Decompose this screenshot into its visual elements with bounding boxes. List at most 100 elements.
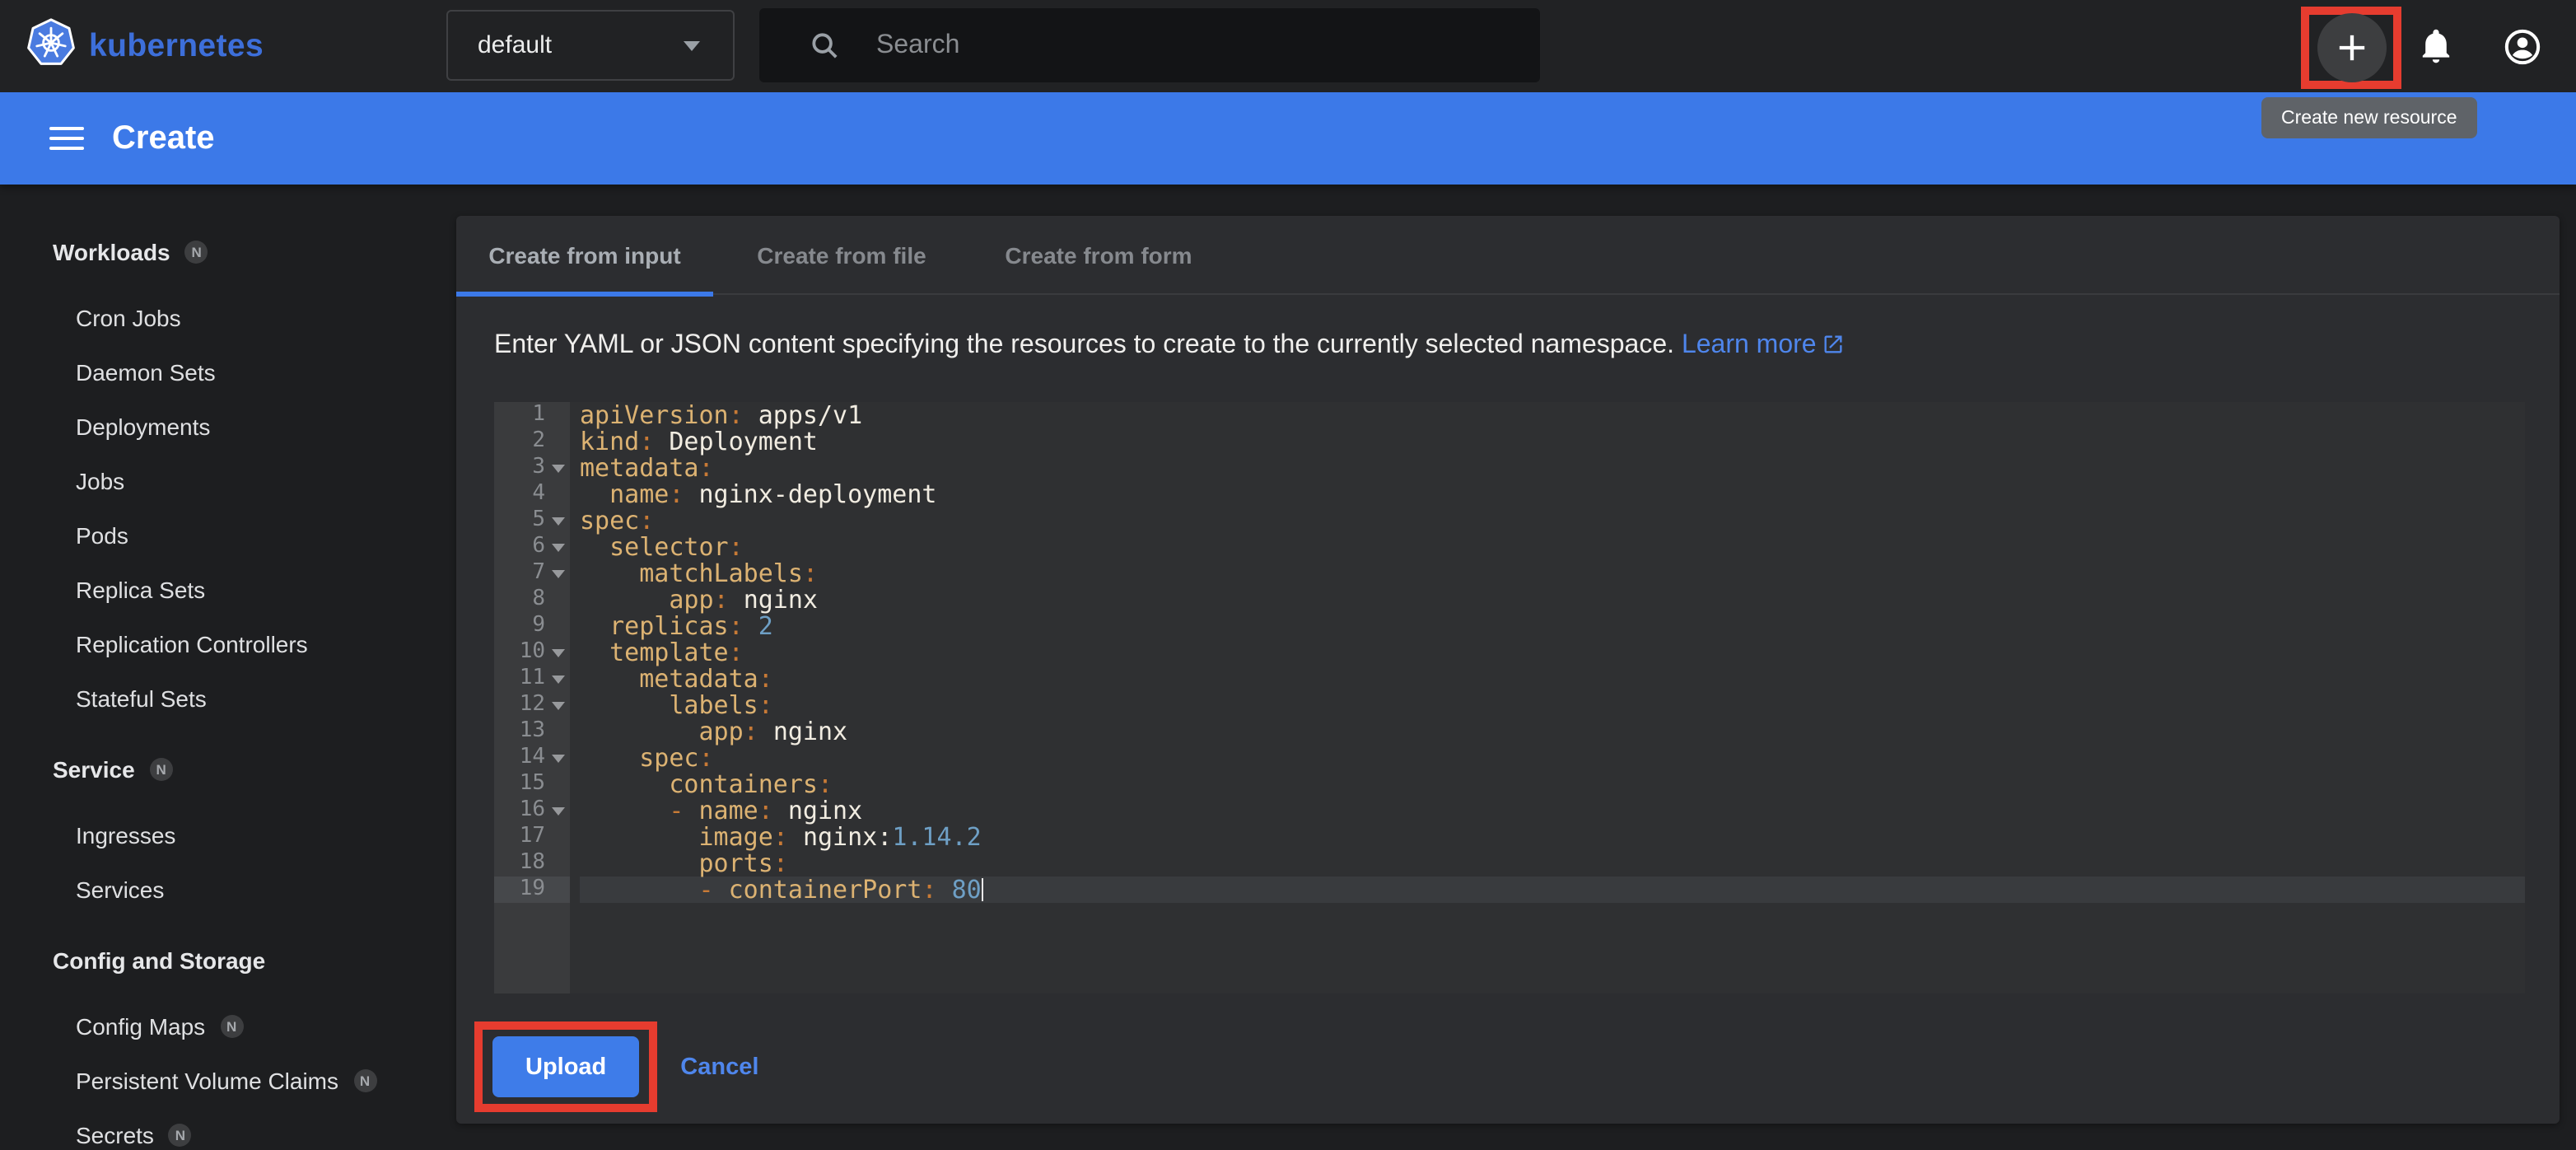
- tab-bar: Create from inputCreate from fileCreate …: [456, 216, 2560, 295]
- code-line[interactable]: metadata:: [580, 455, 2525, 481]
- sidebar-item-persistent-volume-claims[interactable]: Persistent Volume ClaimsN: [0, 1053, 456, 1107]
- fold-toggle-icon[interactable]: [552, 807, 565, 816]
- code-line[interactable]: ports:: [580, 850, 2525, 877]
- editor-code[interactable]: apiVersion: apps/v1kind: Deploymentmetad…: [570, 402, 2525, 993]
- code-token: nginx:: [803, 822, 892, 852]
- gutter-line[interactable]: 7: [494, 560, 570, 587]
- fold-toggle-icon[interactable]: [552, 544, 565, 552]
- learn-more-link[interactable]: Learn more: [1682, 331, 1845, 359]
- sidebar-item-cron-jobs[interactable]: Cron Jobs: [0, 290, 456, 344]
- code-line[interactable]: image: nginx:1.14.2: [580, 824, 2525, 850]
- fold-toggle-icon[interactable]: [552, 676, 565, 684]
- gutter-line[interactable]: 18: [494, 850, 570, 877]
- sidebar-item-label: Workloads: [53, 239, 170, 265]
- create-new-resource-button[interactable]: [2317, 13, 2386, 82]
- fold-toggle-icon[interactable]: [552, 702, 565, 710]
- search-box[interactable]: [759, 8, 1540, 82]
- gutter-line[interactable]: 6: [494, 534, 570, 560]
- code-token: nginx-deployment: [699, 479, 937, 509]
- gutter-line[interactable]: 17: [494, 824, 570, 850]
- fold-toggle-icon[interactable]: [552, 649, 565, 657]
- gutter-line[interactable]: 11: [494, 666, 570, 692]
- sidebar-item-pods[interactable]: Pods: [0, 507, 456, 562]
- code-line[interactable]: template:: [580, 639, 2525, 666]
- sidebar-item-replication-controllers[interactable]: Replication Controllers: [0, 616, 456, 671]
- namespace-selector[interactable]: default: [446, 10, 735, 81]
- gutter-line[interactable]: 2: [494, 428, 570, 455]
- sidebar-item-workloads[interactable]: WorkloadsN: [0, 224, 456, 280]
- line-number: 8: [532, 587, 545, 611]
- annotation-highlight-create-button: [2301, 7, 2401, 89]
- upload-button[interactable]: Upload: [492, 1036, 639, 1097]
- fold-toggle-icon[interactable]: [552, 570, 565, 578]
- code-line[interactable]: - containerPort: 80: [580, 877, 2525, 903]
- code-token: :: [803, 559, 818, 588]
- code-line[interactable]: containers:: [580, 771, 2525, 797]
- code-token: :: [773, 848, 788, 878]
- code-token: [580, 638, 609, 667]
- code-token: kind: [580, 427, 639, 456]
- search-input[interactable]: [876, 30, 1540, 60]
- page-title: Create: [112, 119, 215, 157]
- fold-toggle-icon[interactable]: [552, 755, 565, 763]
- sidebar-item-replica-sets[interactable]: Replica Sets: [0, 562, 456, 616]
- code-line[interactable]: replicas: 2: [580, 613, 2525, 639]
- gutter-line[interactable]: 5: [494, 507, 570, 534]
- code-token: spec: [639, 743, 698, 773]
- sidebar-item-services[interactable]: Services: [0, 862, 456, 916]
- brand-link[interactable]: kubernetes: [26, 17, 264, 75]
- yaml-editor[interactable]: 12345678910111213141516171819 apiVersion…: [494, 402, 2525, 993]
- line-number: 10: [520, 639, 545, 664]
- sidebar-item-deployments[interactable]: Deployments: [0, 399, 456, 453]
- code-line[interactable]: matchLabels:: [580, 560, 2525, 587]
- tab-create-from-form[interactable]: Create from form: [970, 216, 1227, 295]
- code-line[interactable]: spec:: [580, 507, 2525, 534]
- gutter-line[interactable]: 14: [494, 745, 570, 771]
- gutter-line[interactable]: 3: [494, 455, 570, 481]
- code-token: replicas: [609, 611, 729, 641]
- code-token: selector: [609, 532, 729, 562]
- code-line[interactable]: kind: Deployment: [580, 428, 2525, 455]
- gutter-line[interactable]: 13: [494, 718, 570, 745]
- gutter-line[interactable]: 19: [494, 877, 570, 903]
- sidebar-item-stateful-sets[interactable]: Stateful Sets: [0, 671, 456, 725]
- code-token: [580, 664, 639, 694]
- line-number: 7: [532, 560, 545, 585]
- menu-hamburger-icon[interactable]: [49, 121, 84, 157]
- gutter-line[interactable]: 8: [494, 587, 570, 613]
- cancel-button[interactable]: Cancel: [680, 1054, 758, 1080]
- sidebar-item-service[interactable]: ServiceN: [0, 741, 456, 797]
- sidebar-item-config-and-storage[interactable]: Config and Storage: [0, 933, 456, 989]
- code-line[interactable]: app: nginx: [580, 587, 2525, 613]
- code-line[interactable]: - name: nginx: [580, 797, 2525, 824]
- gutter-line[interactable]: 9: [494, 613, 570, 639]
- sidebar-item-secrets[interactable]: SecretsN: [0, 1107, 456, 1150]
- code-line[interactable]: selector:: [580, 534, 2525, 560]
- gutter-line[interactable]: 10: [494, 639, 570, 666]
- gutter-line[interactable]: 16: [494, 797, 570, 824]
- sidebar-item-daemon-sets[interactable]: Daemon Sets: [0, 344, 456, 399]
- sidebar-item-label: Cron Jobs: [76, 304, 181, 330]
- fold-toggle-icon[interactable]: [552, 517, 565, 526]
- gutter-line[interactable]: 15: [494, 771, 570, 797]
- code-line[interactable]: spec:: [580, 745, 2525, 771]
- code-line[interactable]: metadata:: [580, 666, 2525, 692]
- account-button[interactable]: [2504, 27, 2541, 65]
- sidebar-item-jobs[interactable]: Jobs: [0, 453, 456, 507]
- notifications-button[interactable]: [2416, 26, 2456, 66]
- gutter-line[interactable]: 1: [494, 402, 570, 428]
- fold-toggle-icon[interactable]: [552, 465, 565, 473]
- code-line[interactable]: app: nginx: [580, 718, 2525, 745]
- tab-create-from-file[interactable]: Create from file: [713, 216, 970, 295]
- tab-create-from-input[interactable]: Create from input: [456, 216, 713, 295]
- code-token: name: [609, 479, 669, 509]
- code-line[interactable]: name: nginx-deployment: [580, 481, 2525, 507]
- sidebar-item-config-maps[interactable]: Config MapsN: [0, 998, 456, 1053]
- sidebar-item-ingresses[interactable]: Ingresses: [0, 807, 456, 862]
- code-token: [580, 848, 699, 878]
- gutter-line[interactable]: 4: [494, 481, 570, 507]
- code-token: app: [699, 717, 744, 746]
- code-line[interactable]: labels:: [580, 692, 2525, 718]
- gutter-line[interactable]: 12: [494, 692, 570, 718]
- code-line[interactable]: apiVersion: apps/v1: [580, 402, 2525, 428]
